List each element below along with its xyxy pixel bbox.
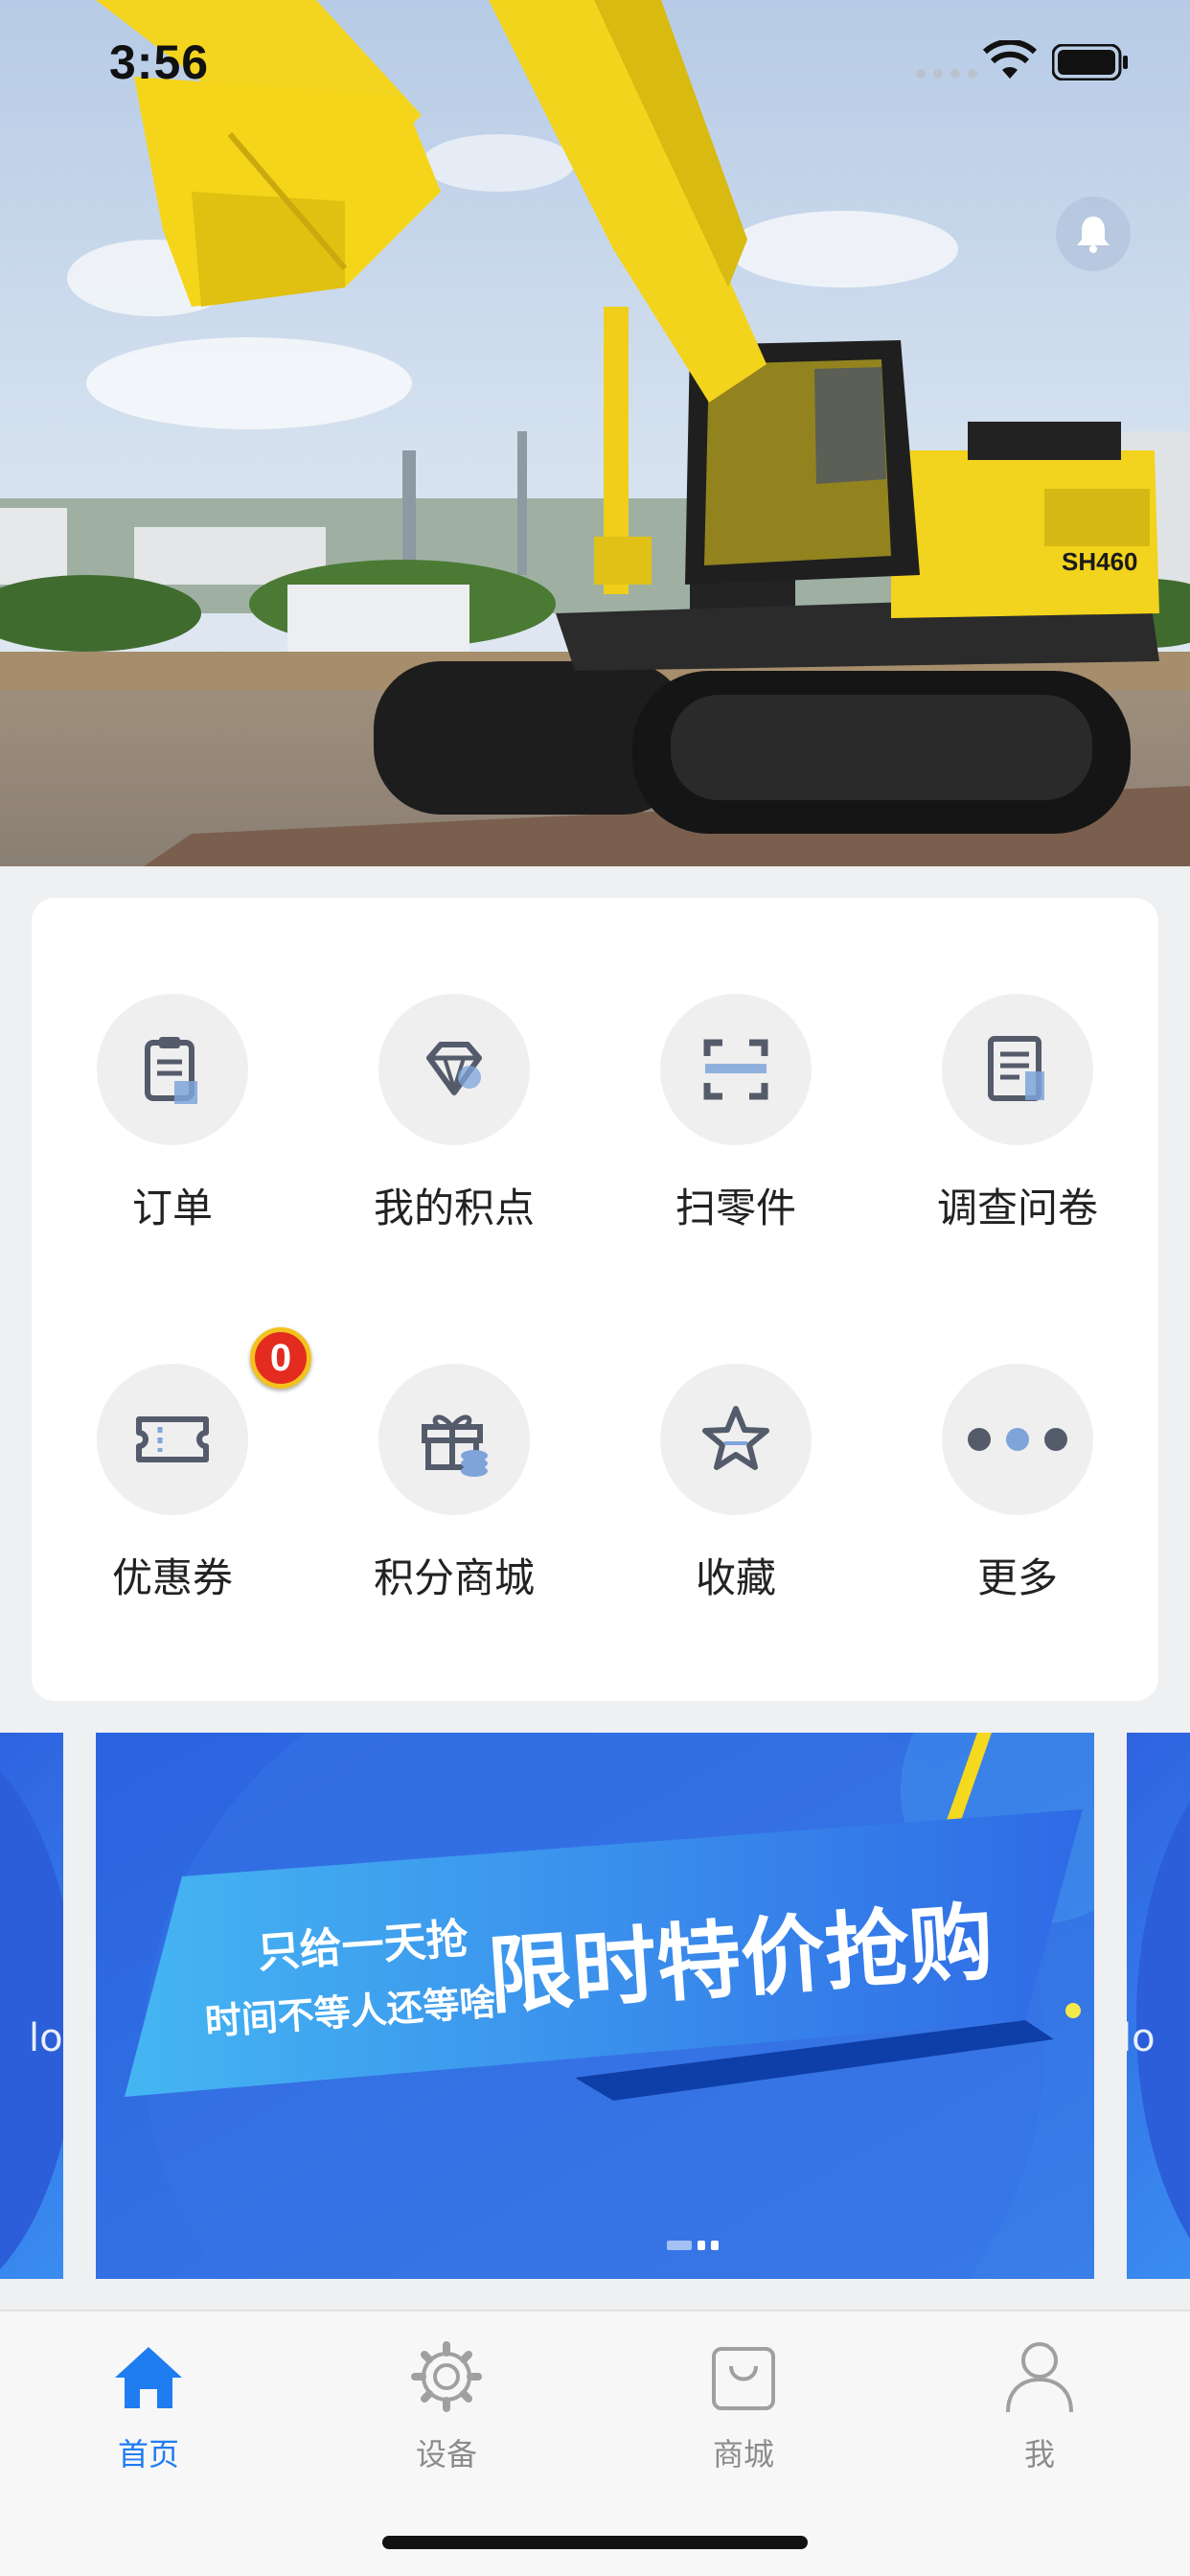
menu-item-label: 订单 (131, 1184, 213, 1231)
wifi-icon (983, 40, 1037, 79)
more-dots-icon (942, 1364, 1093, 1515)
person-icon (1001, 2338, 1078, 2415)
menu-item-more[interactable]: 更多 (877, 1268, 1158, 1601)
indicator-dot-active (667, 2241, 692, 2250)
indicator-dot (711, 2241, 719, 2250)
menu-item-label: 积分商城 (373, 1554, 535, 1601)
shopping-bag-icon (705, 2338, 782, 2415)
menu-item-label: 调查问卷 (936, 1184, 1098, 1231)
svg-text:lo: lo (1127, 2016, 1156, 2060)
scan-icon (660, 994, 812, 1145)
tab-label: 我 (1023, 2436, 1055, 2472)
carousel-prev-slide[interactable]: lo (0, 1733, 77, 2279)
star-icon (660, 1364, 812, 1515)
gear-icon (408, 2338, 485, 2415)
tab-label: 首页 (117, 2436, 179, 2472)
menu-item-label: 扫零件 (675, 1184, 796, 1231)
gift-icon (378, 1364, 530, 1515)
menu-item-label: 我的积点 (373, 1184, 535, 1231)
excavator-photo: SH460 (0, 0, 1190, 866)
svg-text:lo: lo (29, 2016, 63, 2060)
indicator-dot (698, 2241, 705, 2250)
menu-item-questionnaire[interactable]: 调查问卷 (877, 898, 1158, 1231)
coupon-count-badge: 0 (250, 1327, 311, 1389)
tab-mall[interactable]: 商城 (648, 2338, 839, 2482)
menu-item-my-points[interactable]: 我的积点 (313, 898, 595, 1231)
diamond-icon (378, 994, 530, 1145)
tab-home[interactable]: 首页 (53, 2338, 244, 2482)
tab-label: 商城 (712, 2436, 774, 2472)
tab-label: 设备 (415, 2436, 477, 2472)
home-icon (110, 2338, 187, 2415)
menu-item-coupons[interactable]: 0 优惠券 (32, 1268, 313, 1601)
order-clipboard-icon (97, 994, 248, 1145)
tab-me[interactable]: 我 (944, 2338, 1135, 2482)
status-time: 3:56 (109, 35, 210, 89)
quick-menu-card: 订单 我的积点 扫零件 调查问卷 0 优惠券 积分商城 收藏 更多 (32, 898, 1158, 1701)
home-indicator (382, 2536, 808, 2549)
menu-item-favorites[interactable]: 收藏 (595, 1268, 877, 1601)
battery-icon (1052, 44, 1128, 80)
menu-item-label: 收藏 (695, 1554, 776, 1601)
bell-icon (1077, 217, 1110, 253)
menu-item-scan-parts[interactable]: 扫零件 (595, 898, 877, 1231)
menu-item-label: 更多 (976, 1554, 1058, 1601)
tab-equipment[interactable]: 设备 (351, 2338, 542, 2482)
carousel-current-slide[interactable]: 只给一天抢 时间不等人还等啥 限时特价抢购 (96, 1733, 1094, 2279)
menu-item-label: 优惠券 (111, 1554, 233, 1601)
carousel-page-indicator (667, 2241, 719, 2250)
signal-icon (916, 69, 977, 79)
menu-item-orders[interactable]: 订单 (32, 898, 313, 1231)
notification-button[interactable] (1056, 196, 1131, 271)
promo-carousel[interactable]: lo 只给一天抢 时间不等人还等啥 限时特价抢购 o (0, 1733, 1190, 2279)
model-label: SH460 (1062, 547, 1138, 576)
menu-item-points-mall[interactable]: 积分商城 (313, 1268, 595, 1601)
questionnaire-icon (942, 994, 1093, 1145)
carousel-next-slide[interactable]: lo (1121, 1733, 1190, 2279)
coupon-ticket-icon (97, 1364, 248, 1515)
hero-banner[interactable]: SH460 3:56 (0, 0, 1190, 866)
